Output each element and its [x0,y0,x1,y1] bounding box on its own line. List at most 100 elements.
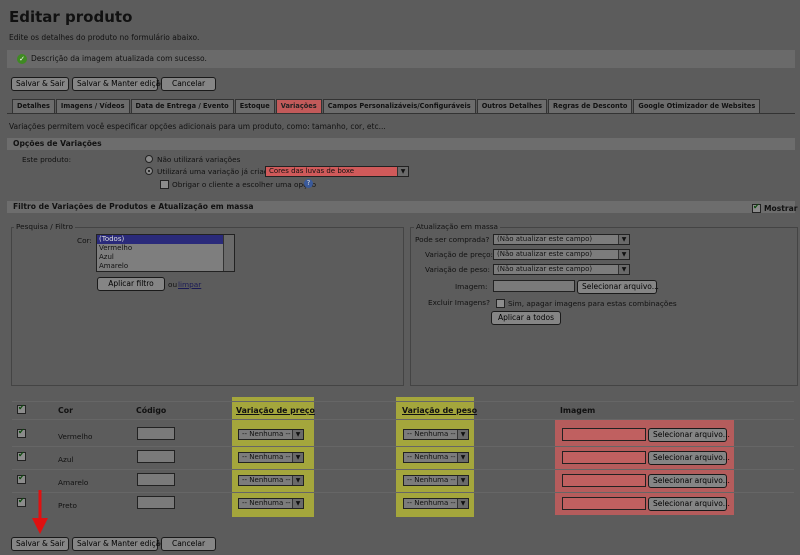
tab-variacoes[interactable]: Variações [275,99,322,113]
col-color-header: Cor [58,406,73,415]
row-checkbox[interactable] [17,427,26,438]
row-price-var-value: -- Nenhuma -- [242,453,291,461]
tab-imagens-videos[interactable]: Imagens / Vídeos [55,99,130,113]
col-image-header: Imagem [560,406,596,415]
bulk-image-path[interactable] [493,280,575,292]
notice-text: Descrição da imagem atualizada com suces… [31,54,207,63]
row-select-file-button[interactable]: Selecionar arquivo... [648,497,730,511]
row-price-var-value: -- Nenhuma -- [242,430,291,438]
row-weight-var-value: -- Nenhuma -- [407,476,456,484]
force-choice-label: Obrigar o cliente a escolher uma opção [172,180,317,189]
clear-filter-link[interactable]: limpar [178,280,201,289]
chevron-down-icon: ▼ [292,476,303,485]
row-image-path[interactable] [562,474,646,487]
row-code-input[interactable] [137,473,175,486]
row-image-path[interactable] [562,497,646,510]
col-weight-var-header[interactable]: Variação de peso [402,406,477,415]
save-keep-button-bottom[interactable]: Salvar & Manter edição [72,537,165,551]
row-select-file-button[interactable]: Selecionar arquivo... [648,428,730,442]
bulk-select-file-button[interactable]: Selecionar arquivo... [577,280,659,294]
chevron-down-icon: ▼ [618,265,629,274]
radio-no-variations[interactable] [145,155,153,163]
tab-detalhes[interactable]: Detalhes [12,99,55,113]
row-code-input[interactable] [137,427,175,440]
row-select-file-button[interactable]: Selecionar arquivo... [648,451,730,465]
row-weight-var-select[interactable]: -- Nenhuma -- ▼ [403,475,469,486]
row-checkbox[interactable] [17,473,26,484]
apply-filter-button[interactable]: Aplicar filtro [97,277,165,291]
color-option[interactable]: Azul [97,253,234,262]
variations-description: Variações permitem você especificar opçõ… [9,122,386,131]
save-exit-button-bottom[interactable]: Salvar & Sair [11,537,69,551]
delete-images-label: Excluir Imagens? [428,298,490,307]
force-choice-checkbox[interactable] [160,180,169,189]
col-code-header: Código [136,406,167,415]
help-icon[interactable]: ? [304,179,313,188]
tab-estoque[interactable]: Estoque [234,99,275,113]
show-checkbox[interactable] [752,202,761,213]
chevron-down-icon: ▼ [457,476,468,485]
tab-divider [7,113,795,114]
row-color: Azul [58,455,74,464]
delete-images-option: Sim, apagar imagens para estas combinaçõ… [508,299,677,308]
row-color: Amarelo [58,478,89,487]
row-weight-var-select[interactable]: -- Nenhuma -- ▼ [403,498,469,509]
color-filter-listbox[interactable]: (Todos) Vermelho Azul Amarelo [96,234,235,272]
row-checkbox[interactable] [17,496,26,507]
can-buy-value: (Não atualizar este campo) [497,235,593,243]
radio-use-existing[interactable] [145,167,153,175]
row-image-path[interactable] [562,451,646,464]
can-buy-select[interactable]: (Não atualizar este campo) ▼ [493,234,630,245]
tab-google-otimizador[interactable]: Google Otimizador de Websites [633,99,761,113]
col-price-var-header[interactable]: Variação de preço [236,406,315,415]
color-option[interactable]: Vermelho [97,244,234,253]
cancel-button-bottom[interactable]: Cancelar [161,537,216,551]
row-image-path[interactable] [562,428,646,441]
cancel-button-top[interactable]: Cancelar [161,77,216,91]
search-filter-legend: Pesquisa / Filtro [14,222,75,231]
row-price-var-select[interactable]: -- Nenhuma -- ▼ [238,429,304,440]
chevron-down-icon: ▼ [397,167,408,176]
row-select-file-button[interactable]: Selecionar arquivo... [648,474,730,488]
select-all-checkbox[interactable] [17,403,26,414]
page-subtitle: Edite os detalhes do produto no formulár… [9,33,200,42]
save-exit-button-top[interactable]: Salvar & Sair [11,77,69,91]
tab-outros-detalhes[interactable]: Outros Detalhes [476,99,548,113]
apply-all-button[interactable]: Aplicar a todos [491,311,561,325]
row-weight-var-select[interactable]: -- Nenhuma -- ▼ [403,429,469,440]
radio-no-variations-label: Não utilizará variações [157,155,241,164]
price-var-label: Variação de preço: [425,250,493,259]
tab-regras-desconto[interactable]: Regras de Desconto [548,99,633,113]
row-price-var-select[interactable]: -- Nenhuma -- ▼ [238,475,304,486]
price-var-select[interactable]: (Não atualizar este campo) ▼ [493,249,630,260]
row-price-var-select[interactable]: -- Nenhuma -- ▼ [238,498,304,509]
chevron-down-icon: ▼ [457,499,468,508]
weight-var-select[interactable]: (Não atualizar este campo) ▼ [493,264,630,275]
tab-data-entrega[interactable]: Data de Entrega / Evento [130,99,234,113]
options-heading: Opções de Variações [7,138,795,150]
chevron-down-icon: ▼ [292,430,303,439]
row-divider [12,446,794,447]
row-checkbox[interactable] [17,450,26,461]
show-label: Mostrar [764,204,798,213]
color-option[interactable]: Amarelo [97,262,234,271]
row-divider [12,469,794,470]
row-weight-var-select[interactable]: -- Nenhuma -- ▼ [403,452,469,463]
chevron-down-icon: ▼ [457,453,468,462]
or-text: ou [168,280,178,289]
weight-var-value: (Não atualizar este campo) [497,265,593,273]
tab-campos-personalizaveis[interactable]: Campos Personalizáveis/Configuráveis [322,99,476,113]
price-var-value: (Não atualizar este campo) [497,250,593,258]
row-price-var-select[interactable]: -- Nenhuma -- ▼ [238,452,304,463]
variation-select-value: Cores das luvas de boxe [269,167,355,175]
delete-images-checkbox[interactable] [496,299,505,308]
row-color: Preto [58,501,77,510]
bulk-image-label: Imagem: [455,282,488,291]
save-keep-button-top[interactable]: Salvar & Manter edição [72,77,165,91]
listbox-scrollbar[interactable] [223,235,234,271]
color-option[interactable]: (Todos) [97,235,234,244]
row-code-input[interactable] [137,450,175,463]
row-code-input[interactable] [137,496,175,509]
bulk-update-legend: Atualização em massa [414,222,501,231]
variation-select[interactable]: Cores das luvas de boxe ▼ [265,166,409,177]
